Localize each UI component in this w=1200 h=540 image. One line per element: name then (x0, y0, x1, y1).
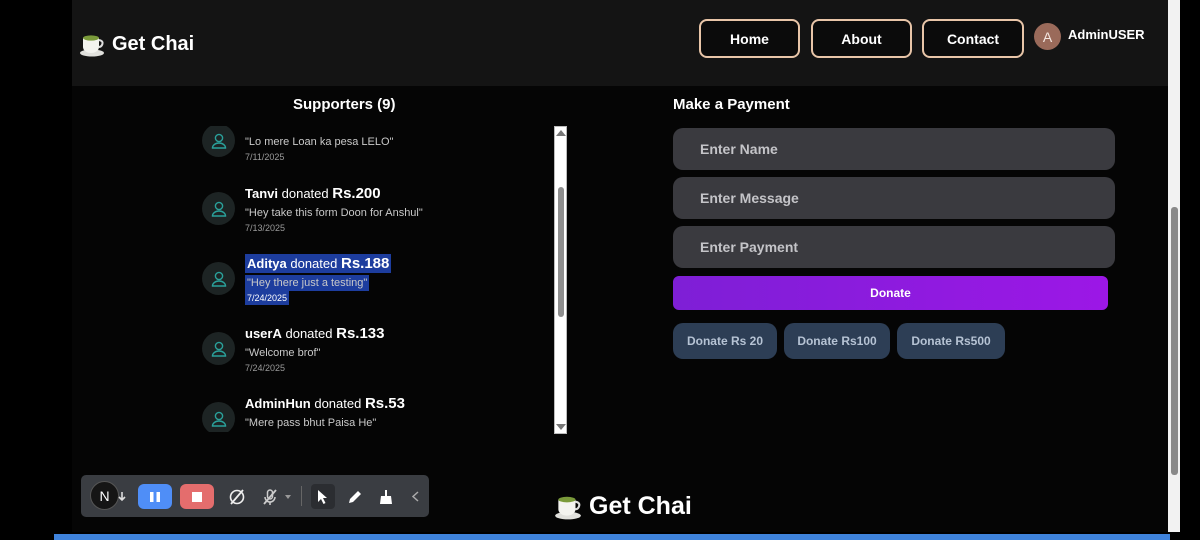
user-avatar-icon (202, 402, 235, 432)
donate-20-button[interactable]: Donate Rs 20 (673, 323, 777, 359)
supporter-name: AdminHun (245, 396, 311, 411)
supporter-name: Aditya (247, 256, 287, 271)
supporters-title: Supporters (9) (293, 96, 396, 113)
supporter-message: "Hey there just a testing" (245, 275, 370, 291)
donation-amount: Rs.200 (332, 185, 381, 202)
pen-tool-icon[interactable] (344, 484, 366, 509)
donate-100-button[interactable]: Donate Rs100 (784, 323, 890, 359)
pause-button[interactable] (138, 484, 172, 509)
donated-label: donated (290, 256, 338, 271)
list-item: Tanvi donated Rs.200 "Hey take this form… (196, 184, 556, 244)
list-item: userA donated Rs.133 "Welcome brof" 7/24… (196, 324, 556, 384)
supporter-name: userA (245, 326, 282, 341)
payment-title: Make a Payment (673, 96, 790, 113)
camera-off-icon[interactable] (226, 484, 248, 509)
supporter-message: "Lo mere Loan ka pesa LELO" (245, 136, 394, 148)
pause-icon (150, 491, 160, 502)
home-button[interactable]: Home (699, 19, 800, 58)
list-item: Aditya donated Rs.188 "Hey there just a … (196, 254, 556, 314)
supporter-date: 7/24/2025 (245, 291, 290, 305)
name-input[interactable] (673, 128, 1115, 170)
donated-label: donated (314, 396, 362, 411)
supporter-date: 7/13/2025 (245, 223, 286, 233)
supporter-name: Tanvi (245, 186, 278, 201)
supporter-date: 7/24/2025 (245, 363, 286, 373)
about-button[interactable]: About (811, 19, 912, 58)
supporter-message: "Welcome brof" (245, 347, 321, 359)
message-input[interactable] (673, 177, 1115, 219)
supporter-heading: userA donated Rs.133 (245, 325, 384, 342)
supporter-heading: Tanvi donated Rs.200 (245, 185, 381, 202)
supporter-heading: AdminHun donated Rs.53 (245, 395, 405, 412)
collapse-icon[interactable] (409, 484, 421, 509)
user-avatar-icon (202, 332, 235, 365)
chevron-down-icon[interactable] (283, 484, 293, 509)
recording-toolbar: N (81, 475, 429, 517)
supporters-scrollbar[interactable] (554, 126, 567, 434)
recorder-badge[interactable]: N (90, 481, 119, 510)
contact-button[interactable]: Contact (922, 19, 1024, 58)
tea-cup-icon (555, 496, 581, 520)
tea-cup-icon (80, 35, 104, 57)
list-item: AdminHun donated Rs.53 "Mere pass bhut P… (196, 394, 556, 432)
footer-brand: Get Chai (553, 491, 692, 521)
stop-button[interactable] (180, 484, 214, 509)
mic-off-icon[interactable] (259, 484, 281, 509)
footer-brand-name: Get Chai (589, 491, 692, 520)
supporter-date: 7/11/2025 (245, 152, 285, 162)
toolbar-divider (301, 486, 302, 506)
pointer-tool-icon[interactable] (311, 484, 335, 509)
user-menu[interactable]: A AdminUSER (1034, 23, 1145, 50)
supporter-message: "Hey take this form Doon for Anshul" (245, 207, 423, 219)
donation-amount: Rs.53 (364, 395, 405, 412)
brand-name: Get Chai (112, 32, 195, 55)
username: AdminUSER (1068, 26, 1145, 42)
amount-input[interactable] (673, 226, 1115, 268)
user-avatar-icon (202, 192, 235, 225)
eraser-tool-icon[interactable] (375, 484, 397, 509)
page: Get Chai Home About Contact A AdminUSER … (72, 0, 1168, 532)
navbar: Get Chai Home About Contact A AdminUSER (72, 0, 1168, 86)
horizontal-scrollbar[interactable] (54, 534, 1170, 540)
brand[interactable]: Get Chai (78, 30, 194, 58)
donate-button[interactable]: Donate (673, 276, 1108, 310)
donate-500-button[interactable]: Donate Rs500 (897, 323, 1005, 359)
user-avatar-icon (202, 262, 235, 295)
scroll-down-icon[interactable] (556, 424, 566, 430)
list-item: "Lo mere Loan ka pesa LELO" 7/11/2025 (196, 126, 556, 176)
donated-label: donated (285, 326, 333, 341)
donation-amount: Rs.188 (340, 255, 390, 272)
stop-icon (192, 491, 202, 502)
scroll-up-icon[interactable] (556, 130, 566, 136)
avatar: A (1034, 23, 1061, 50)
supporter-heading: Aditya donated Rs.188 (245, 254, 392, 273)
scrollbar-thumb[interactable] (558, 187, 564, 317)
download-icon[interactable] (117, 484, 127, 509)
donation-amount: Rs.133 (336, 325, 385, 342)
page-scrollbar-thumb[interactable] (1171, 207, 1178, 475)
donated-label: donated (281, 186, 329, 201)
supporters-list[interactable]: "Lo mere Loan ka pesa LELO" 7/11/2025 Ta… (196, 126, 556, 432)
left-margin (0, 0, 72, 540)
supporter-message: "Mere pass bhut Paisa He" (245, 417, 377, 429)
user-avatar-icon (202, 126, 235, 157)
